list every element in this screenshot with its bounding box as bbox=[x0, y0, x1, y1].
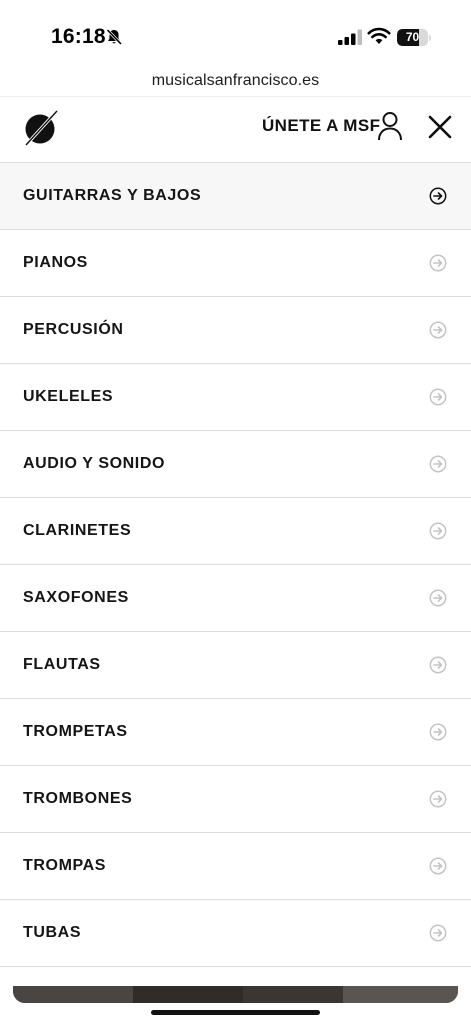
arrow-right-circle-icon[interactable] bbox=[429, 723, 447, 741]
battery-icon: 70 bbox=[397, 29, 431, 46]
battery-cap bbox=[429, 35, 431, 41]
bell-off-icon bbox=[106, 28, 123, 46]
signal-icon bbox=[338, 29, 362, 45]
url-text: musicalsanfrancisco.es bbox=[151, 72, 320, 89]
background-page-image bbox=[13, 986, 458, 1003]
image-tone bbox=[343, 986, 458, 1003]
menu-item[interactable]: AUDIO Y SONIDO bbox=[0, 431, 471, 498]
menu-item[interactable]: SAXOFONES bbox=[0, 565, 471, 632]
menu-item[interactable]: UKELELES bbox=[0, 364, 471, 431]
menu-item-label: GUITARRAS Y BAJOS bbox=[23, 187, 202, 204]
menu-item[interactable]: TROMPAS bbox=[0, 833, 471, 900]
arrow-right-circle-icon[interactable] bbox=[429, 589, 447, 607]
home-indicator[interactable] bbox=[151, 1010, 320, 1015]
menu-item-label: TROMPAS bbox=[23, 857, 107, 874]
menu-item[interactable]: PERCUSIÓN bbox=[0, 297, 471, 364]
menu-item[interactable]: TROMPETAS bbox=[0, 699, 471, 766]
arrow-right-circle-icon[interactable] bbox=[429, 656, 447, 674]
menu-item-label: TUBAS bbox=[23, 924, 82, 941]
wifi-icon bbox=[367, 27, 391, 44]
menu-item[interactable]: GUITARRAS Y BAJOS bbox=[0, 163, 471, 230]
phone-screen: 16:18 70 musicalsanfrancisco.es ÚNETE A … bbox=[0, 0, 471, 1024]
arrow-right-circle-icon[interactable] bbox=[429, 321, 447, 339]
status-bar: 16:18 70 bbox=[0, 0, 471, 64]
arrow-right-circle-icon[interactable] bbox=[429, 254, 447, 272]
menu-item-label: TROMPETAS bbox=[23, 723, 128, 740]
menu-item[interactable]: PIANOS bbox=[0, 230, 471, 297]
battery-percent: 70 bbox=[405, 30, 420, 44]
arrow-right-circle-icon[interactable] bbox=[429, 857, 447, 875]
join-msf-link[interactable]: ÚNETE A MSF bbox=[262, 116, 380, 136]
arrow-right-circle-icon[interactable] bbox=[429, 455, 447, 473]
menu-item-label: CLARINETES bbox=[23, 522, 132, 539]
menu-item[interactable]: TUBAS bbox=[0, 900, 471, 967]
image-tone bbox=[13, 986, 133, 1003]
status-time: 16:18 bbox=[51, 25, 106, 48]
menu-item-label: PERCUSIÓN bbox=[23, 321, 124, 338]
menu-item[interactable]: TROMBONES bbox=[0, 766, 471, 833]
arrow-right-circle-icon[interactable] bbox=[429, 187, 447, 205]
menu-item-label: AUDIO Y SONIDO bbox=[23, 455, 166, 472]
menu-item-label: PIANOS bbox=[23, 254, 88, 271]
menu-item-label: UKELELES bbox=[23, 388, 114, 405]
close-icon[interactable] bbox=[428, 115, 452, 139]
menu-item[interactable]: FLAUTAS bbox=[0, 632, 471, 699]
user-icon[interactable] bbox=[377, 111, 403, 141]
arrow-right-circle-icon[interactable] bbox=[429, 924, 447, 942]
browser-url-bar[interactable]: musicalsanfrancisco.es bbox=[0, 64, 471, 97]
menu-item-label: TROMBONES bbox=[23, 790, 133, 807]
battery-body: 70 bbox=[397, 29, 428, 46]
category-menu: GUITARRAS Y BAJOS PIANOS PERCUSIÓN UKELELES… bbox=[0, 163, 471, 967]
arrow-right-circle-icon[interactable] bbox=[429, 388, 447, 406]
menu-item-label: FLAUTAS bbox=[23, 656, 101, 673]
arrow-right-circle-icon[interactable] bbox=[429, 790, 447, 808]
brand-logo-icon[interactable] bbox=[23, 110, 59, 146]
arrow-right-circle-icon[interactable] bbox=[429, 522, 447, 540]
image-tone bbox=[133, 986, 243, 1003]
site-header: ÚNETE A MSF bbox=[0, 97, 471, 163]
menu-item[interactable]: CLARINETES bbox=[0, 498, 471, 565]
menu-item-label: SAXOFONES bbox=[23, 589, 129, 606]
